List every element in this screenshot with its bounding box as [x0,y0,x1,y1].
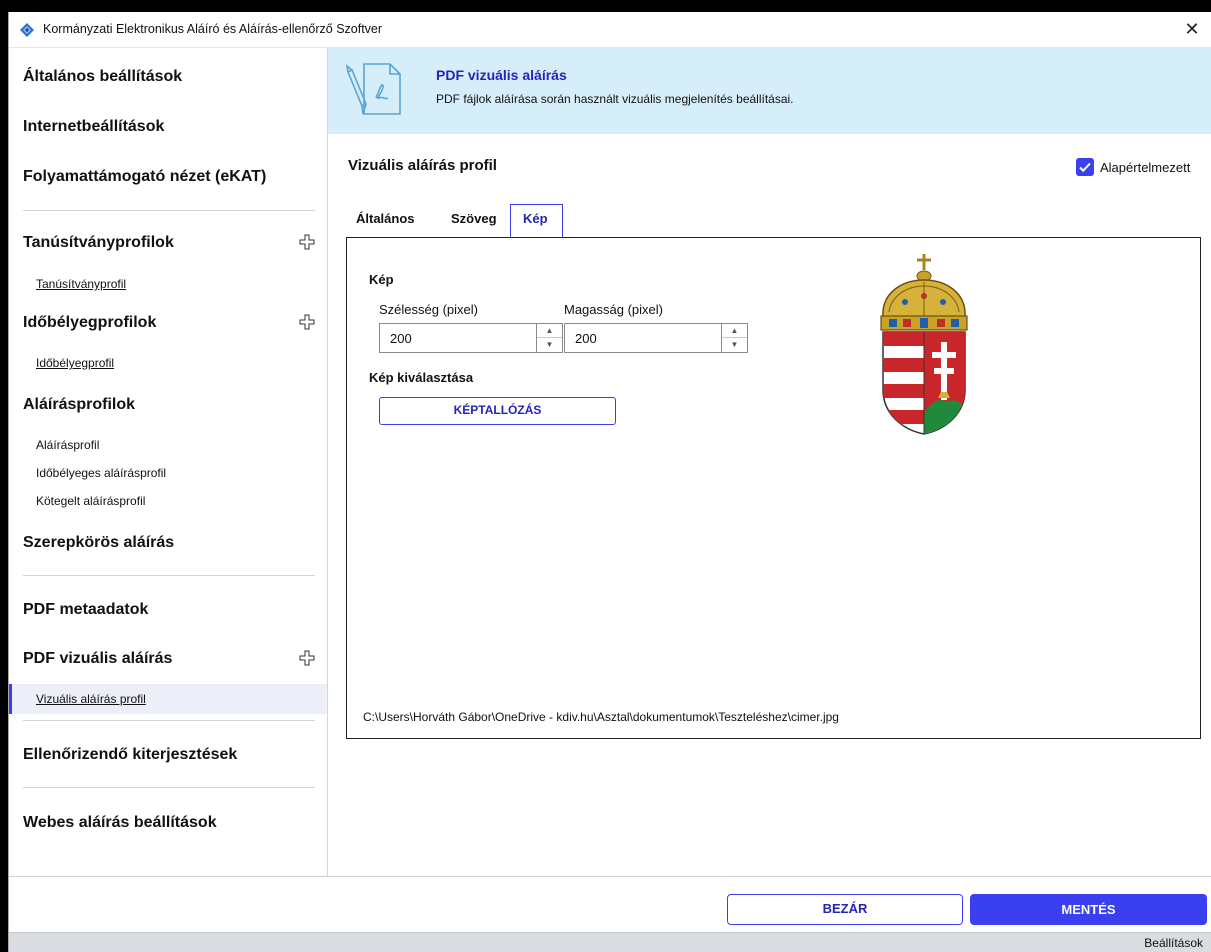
add-timestamp-profile-icon[interactable] [299,314,315,330]
sidebar-item-role-signature[interactable]: Szerepkörös aláírás [23,534,174,552]
save-button[interactable]: MENTÉS [970,894,1207,925]
app-logo-icon [20,23,34,37]
coat-of-arms-image [880,254,968,435]
default-checkbox[interactable] [1076,158,1094,176]
tab-text[interactable]: Szöveg [451,211,497,226]
add-cert-profile-icon[interactable] [299,234,315,250]
close-button[interactable]: BEZÁR [727,894,963,925]
height-stepper[interactable]: 200 ▲ ▼ [564,323,748,353]
sidebar-item-pdf-metadata[interactable]: PDF metaadatok [23,601,148,619]
sidebar-subitem-cert-profile[interactable]: Tanúsítványprofil [36,277,126,291]
sidebar-item-timestamp-profiles[interactable]: Időbélyegprofilok [23,314,156,332]
width-increment-icon[interactable]: ▲ [537,324,562,338]
window-title: Kormányzati Elektronikus Aláíró és Aláír… [43,22,383,36]
default-checkbox-label[interactable]: Alapértelmezett [1100,160,1190,175]
pdf-signature-icon [345,63,401,115]
sidebar-subitem-batch-signature-profile[interactable]: Kötegelt aláírásprofil [36,494,145,508]
sidebar-item-pdf-visual-signature[interactable]: PDF vizuális aláírás [23,650,172,668]
sidebar-item-internet-settings[interactable]: Internetbeállítások [23,118,164,136]
sidebar-item-general-settings[interactable]: Általános beállítások [23,68,182,86]
sidebar-divider [23,787,315,788]
sidebar-divider [23,210,315,211]
sidebar-subitem-timestamp-profile[interactable]: Időbélyegprofil [36,356,114,370]
sidebar-item-cert-profiles[interactable]: Tanúsítványprofilok [23,234,174,252]
height-increment-icon[interactable]: ▲ [722,324,747,338]
sidebar-subitem-signature-profile[interactable]: Aláírásprofil [36,438,99,452]
height-value[interactable]: 200 [575,331,597,346]
height-label: Magasság (pixel) [564,302,663,317]
sidebar-divider [23,720,315,721]
title-bar: Kormányzati Elektronikus Aláíró és Aláír… [9,12,1211,48]
status-bar: Beállítások [9,932,1211,952]
selected-file-path: C:\Users\Horváth Gábor\OneDrive - kdiv.h… [363,710,839,724]
sidebar-item-ekat[interactable]: Folyamattámogató nézet (eKAT) [23,168,266,186]
tab-image[interactable]: Kép [523,211,548,226]
sidebar-item-extensions[interactable]: Ellenőrizendő kiterjesztések [23,746,237,764]
browse-image-button[interactable]: KÉPTALLÓZÁS [379,397,616,425]
sidebar-subitem-timestamped-signature-profile[interactable]: Időbélyeges aláírásprofil [36,466,166,480]
footer-divider [9,876,1211,877]
checkmark-icon [1079,162,1091,173]
add-visual-profile-icon[interactable] [299,650,315,666]
tab-general[interactable]: Általános [356,211,415,226]
sidebar-item-web-signature[interactable]: Webes aláírás beállítások [23,814,217,832]
sidebar-subitem-visual-signature-profile[interactable]: Vizuális aláírás profil [36,692,146,706]
image-select-title: Kép kiválasztása [369,370,474,385]
height-decrement-icon[interactable]: ▼ [722,338,747,352]
status-text: Beállítások [1144,936,1203,950]
image-section-title: Kép [369,272,394,287]
image-settings-panel: Kép Szélesség (pixel) 200 ▲ ▼ Magasság (… [346,237,1201,739]
width-decrement-icon[interactable]: ▼ [537,338,562,352]
width-value[interactable]: 200 [390,331,412,346]
close-window-button[interactable]: ✕ [1181,18,1203,40]
section-title: PDF vizuális aláírás [436,67,567,83]
settings-window: Kormányzati Elektronikus Aláíró és Aláír… [8,12,1211,952]
section-description: PDF fájlok aláírása során használt vizuá… [436,92,794,106]
sidebar-item-signature-profiles[interactable]: Aláírásprofilok [23,396,135,414]
width-label: Szélesség (pixel) [379,302,478,317]
sidebar-divider [23,575,315,576]
section-header: PDF vizuális aláírás PDF fájlok aláírása… [328,48,1211,134]
width-stepper[interactable]: 200 ▲ ▼ [379,323,563,353]
profile-title: Vizuális aláírás profil [348,157,497,174]
sidebar: Általános beállítások Internetbeállításo… [9,48,328,876]
